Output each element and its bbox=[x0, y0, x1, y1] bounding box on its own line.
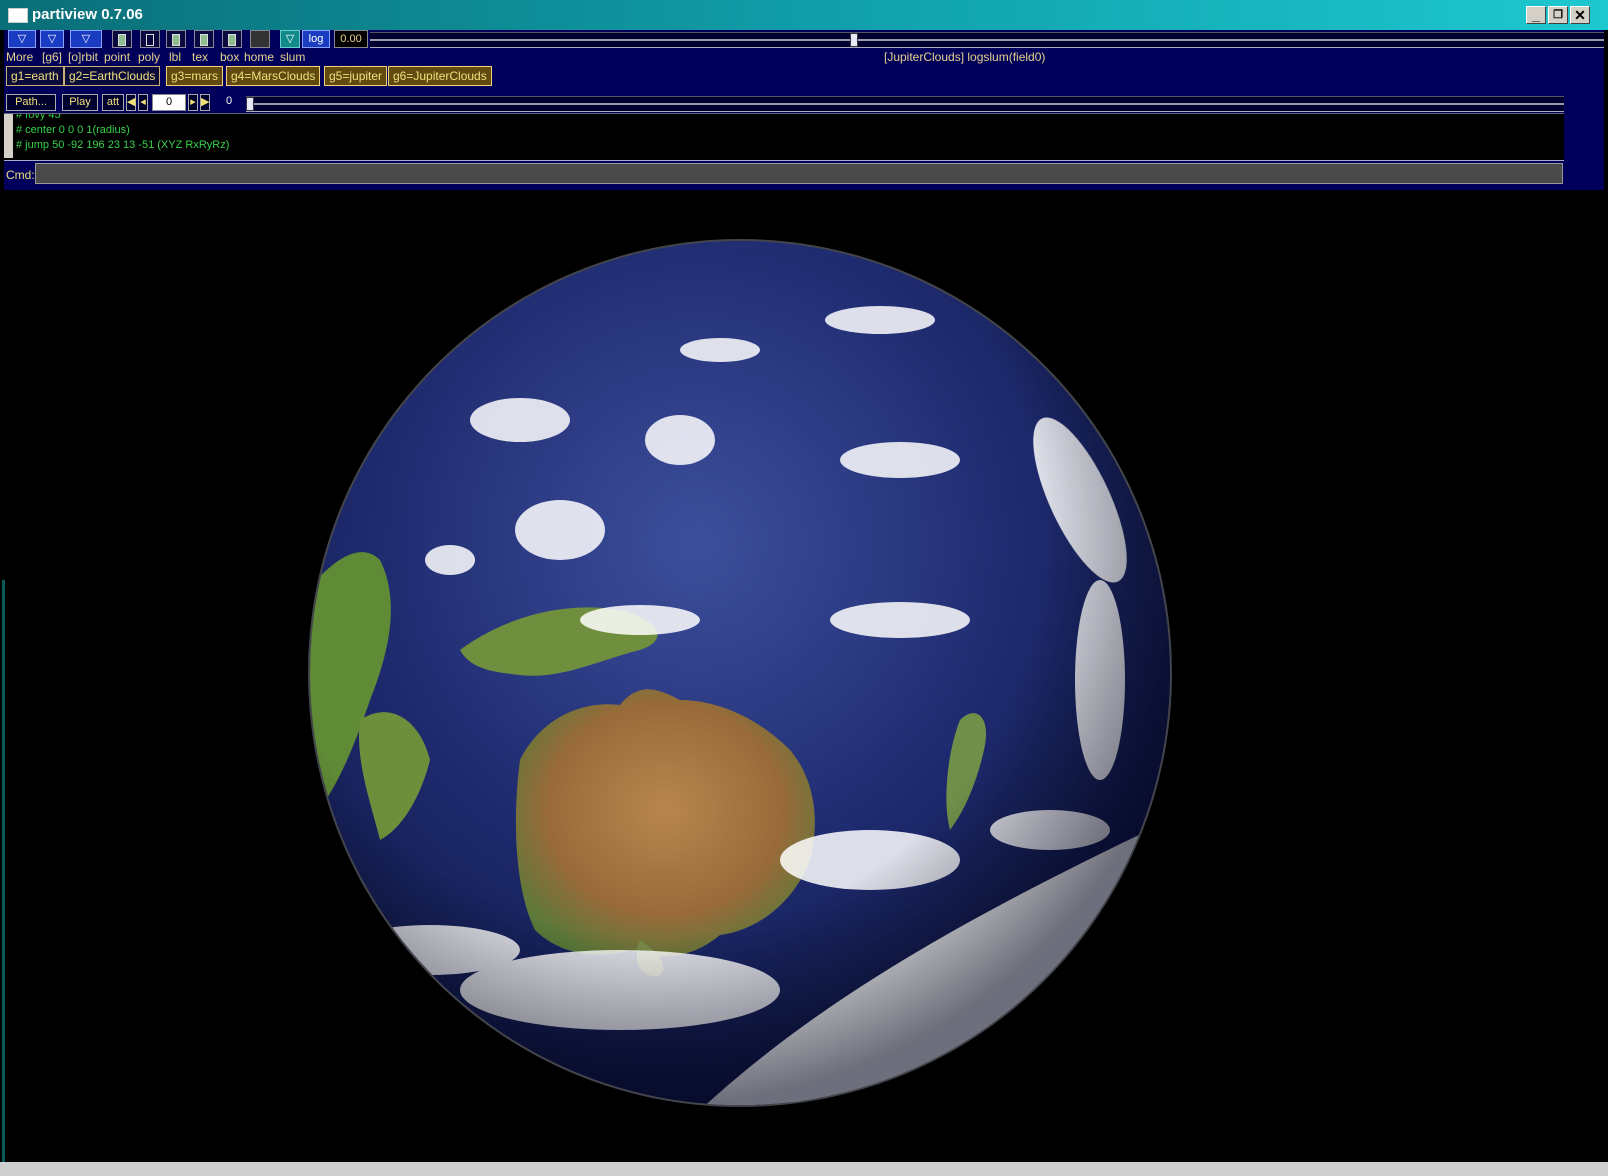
frame-slider-thumb[interactable] bbox=[246, 97, 254, 111]
home-button[interactable] bbox=[250, 30, 270, 48]
fast-forward-icon[interactable]: ▶ bbox=[200, 94, 210, 111]
poly-label: poly bbox=[138, 50, 161, 64]
earth-globe bbox=[308, 239, 1172, 1107]
path-button[interactable]: Path... bbox=[6, 94, 56, 111]
cmd-label: Cmd: bbox=[6, 168, 35, 182]
lbl-label: lbl bbox=[169, 50, 182, 64]
group-button-g2[interactable]: g2=EarthClouds bbox=[64, 66, 161, 86]
title-bar: partiview 0.7.06 _ ❐ ✕ bbox=[0, 0, 1608, 30]
close-button[interactable]: ✕ bbox=[1570, 6, 1590, 24]
slum-value-readout: 0.00 bbox=[334, 30, 368, 48]
command-row: Cmd: bbox=[4, 160, 1564, 187]
point-label: point bbox=[104, 50, 131, 64]
group-button-g1[interactable]: g1=earth bbox=[6, 66, 64, 86]
partiview-window: partiview 0.7.06 _ ❐ ✕ ▽ ▽ ▽ ▽ log 0.00 … bbox=[0, 0, 1608, 1176]
frame-slider[interactable] bbox=[246, 96, 1564, 112]
slum-label: slum bbox=[280, 50, 306, 64]
slum-slider-thumb[interactable] bbox=[850, 33, 858, 47]
control-panel: ▽ ▽ ▽ ▽ log 0.00 More [g6] [o]rbit point… bbox=[4, 30, 1604, 190]
orbit-menu-button[interactable]: ▽ bbox=[70, 30, 102, 48]
group-button-g4[interactable]: g4=MarsClouds bbox=[226, 66, 321, 86]
window-title: partiview 0.7.06 bbox=[32, 6, 143, 23]
box-toggle[interactable] bbox=[222, 30, 242, 48]
viewport[interactable] bbox=[0, 190, 1608, 1162]
more-menu-button[interactable]: ▽ bbox=[8, 30, 36, 48]
slum-menu-button[interactable]: ▽ bbox=[280, 30, 300, 48]
log-toggle[interactable]: log bbox=[302, 30, 330, 48]
console-line: # center 0 0 0 1(radius) bbox=[16, 124, 130, 136]
console-line: # fovy 45 bbox=[16, 113, 61, 121]
console-line: # jump 50 -92 196 23 13 -51 (XYZ RxRyRz) bbox=[16, 139, 230, 151]
more-label: More bbox=[6, 50, 34, 64]
step-back-icon[interactable]: ◂ bbox=[138, 94, 148, 111]
group-menu-button[interactable]: ▽ bbox=[40, 30, 64, 48]
console-scrollbar[interactable] bbox=[4, 114, 13, 158]
app-icon bbox=[8, 8, 28, 23]
att-button[interactable]: att bbox=[102, 94, 124, 111]
tex-label: tex bbox=[192, 50, 209, 64]
frame-input[interactable]: 0 bbox=[152, 94, 186, 111]
field-status: [JupiterClouds] logslum(field0) bbox=[884, 50, 1046, 64]
group-label: [g6] bbox=[42, 50, 63, 64]
group-button-g3[interactable]: g3=mars bbox=[166, 66, 224, 86]
status-strip bbox=[0, 1162, 1608, 1176]
restore-button[interactable]: ❐ bbox=[1548, 6, 1568, 24]
lbl-toggle[interactable] bbox=[166, 30, 186, 48]
poly-toggle[interactable] bbox=[140, 30, 160, 48]
rewind-icon[interactable]: ◀ bbox=[126, 94, 136, 111]
step-forward-icon[interactable]: ▸ bbox=[188, 94, 198, 111]
orbit-label: [o]rbit bbox=[68, 50, 99, 64]
console-output: # fovy 45 # center 0 0 0 1(radius) # jum… bbox=[4, 113, 1564, 160]
group-button-g5[interactable]: g5=jupiter bbox=[324, 66, 388, 86]
command-input[interactable] bbox=[35, 163, 1563, 184]
point-toggle[interactable] bbox=[112, 30, 132, 48]
slum-slider[interactable] bbox=[370, 32, 1604, 48]
frame-readout: 0 bbox=[225, 95, 233, 107]
group-button-g6[interactable]: g6=JupiterClouds bbox=[388, 66, 492, 86]
tex-toggle[interactable] bbox=[194, 30, 214, 48]
minimize-button[interactable]: _ bbox=[1526, 6, 1546, 24]
play-button[interactable]: Play bbox=[62, 94, 98, 111]
box-label: box bbox=[220, 50, 240, 64]
viewport-left-edge bbox=[2, 580, 5, 1162]
home-label: home bbox=[244, 50, 275, 64]
